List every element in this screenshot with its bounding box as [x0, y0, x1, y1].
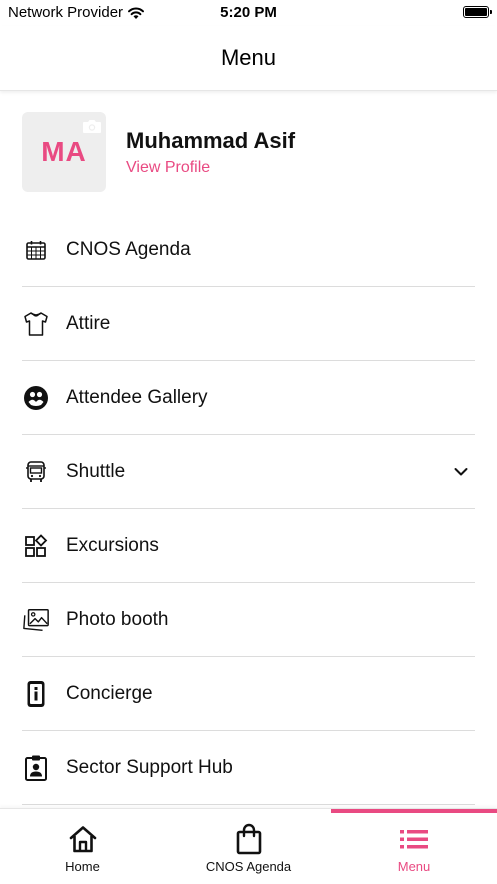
menu-item-label: Attendee Gallery — [66, 386, 208, 408]
info-icon — [22, 680, 50, 708]
menu-item-concierge[interactable]: Concierge — [22, 657, 475, 731]
battery-icon — [463, 6, 492, 18]
tab-menu[interactable]: Menu — [331, 809, 497, 884]
grid-icon — [22, 532, 50, 560]
chevron-down-icon[interactable] — [453, 464, 469, 480]
tab-label: Menu — [397, 859, 431, 874]
list-icon — [398, 823, 430, 855]
profile-card[interactable]: MA Muhammad Asif View Profile — [22, 112, 477, 192]
menu-item-attendee-gallery[interactable]: Attendee Gallery — [22, 361, 475, 435]
bag-icon — [233, 823, 265, 855]
menu-item-label: Sector Support Hub — [66, 756, 233, 778]
menu-item-shuttle[interactable]: Shuttle — [22, 435, 475, 509]
photos-icon — [22, 606, 50, 634]
menu-item-label: Concierge — [66, 682, 153, 704]
menu-item-attire[interactable]: Attire — [22, 287, 475, 361]
menu-item-photo-booth[interactable]: Photo booth — [22, 583, 475, 657]
menu-item-label: Excursions — [66, 534, 159, 556]
menu-item-label: Photo booth — [66, 608, 169, 630]
page-title: Menu — [220, 45, 277, 70]
shirt-icon — [22, 310, 50, 338]
camera-icon[interactable] — [82, 118, 102, 134]
tab-cnos-agenda[interactable]: CNOS Agenda — [166, 809, 331, 884]
menu-item-sector-support-hub[interactable]: Sector Support Hub — [22, 731, 475, 805]
menu-item-label: Shuttle — [66, 460, 126, 482]
calendar-icon — [22, 236, 50, 264]
menu-list: CNOS Agenda Attire Attendee Gallery Shut… — [22, 213, 475, 805]
badge-icon — [22, 754, 50, 782]
menu-item-label: Attire — [66, 312, 111, 334]
tab-bar: Home CNOS Agenda Menu — [0, 808, 497, 884]
menu-item-cnos-agenda[interactable]: CNOS Agenda — [22, 213, 475, 287]
menu-item-label: CNOS Agenda — [66, 238, 191, 260]
view-profile-link[interactable]: View Profile — [126, 159, 210, 177]
tab-label: CNOS Agenda — [205, 859, 292, 874]
avatar[interactable]: MA — [22, 112, 106, 192]
profile-name: Muhammad Asif — [126, 128, 296, 153]
status-time: 5:20 PM — [220, 4, 277, 21]
menu-item-excursions[interactable]: Excursions — [22, 509, 475, 583]
avatar-initials: MA — [41, 136, 87, 167]
tab-label: Home — [65, 859, 100, 874]
status-bar: Network Provider 5:20 PM — [0, 0, 497, 26]
tab-home[interactable]: Home — [0, 809, 165, 884]
home-icon — [67, 823, 99, 855]
header: Menu — [0, 26, 497, 91]
gallery-icon — [22, 384, 50, 412]
bus-icon — [22, 458, 50, 486]
